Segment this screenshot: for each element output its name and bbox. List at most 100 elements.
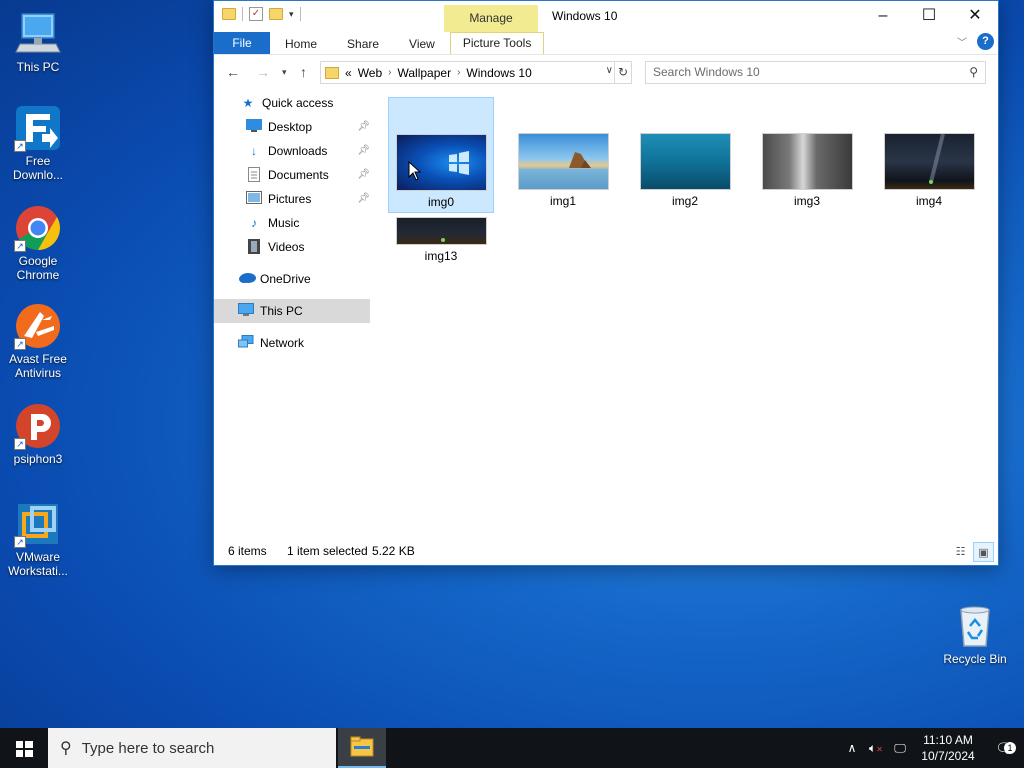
- nav-item-onedrive[interactable]: OneDrive: [214, 267, 374, 291]
- this-pc-icon: [14, 10, 62, 58]
- nav-item-pictures[interactable]: Pictures 📌︎: [214, 187, 374, 211]
- file-tile-img1[interactable]: img1: [510, 97, 616, 213]
- document-icon: [246, 167, 262, 183]
- qat-divider: [242, 7, 243, 21]
- status-size: 5.22 KB: [372, 544, 415, 558]
- breadcrumb-web[interactable]: Web: [358, 66, 382, 80]
- film-strip-icon: [246, 239, 262, 255]
- desktop-icon-free-download-manager[interactable]: ↗ Free Downlo...: [0, 104, 76, 182]
- clock[interactable]: 11:10 AM 10/7/2024: [912, 732, 984, 764]
- tab-home[interactable]: Home: [270, 32, 332, 54]
- desktop-icon-label: VMware Workstati...: [8, 550, 68, 578]
- forward-arrow-icon[interactable]: →: [256, 64, 270, 80]
- tab-file[interactable]: File: [214, 32, 270, 54]
- show-hidden-icons-chevron-icon[interactable]: ∧: [840, 741, 864, 755]
- file-explorer-window: ✓ ▾ Manage Windows 10 – ☐ ✕ File Home Sh…: [213, 0, 999, 566]
- nav-item-this-pc[interactable]: This PC: [214, 299, 370, 323]
- file-name: img4: [915, 194, 942, 208]
- pin-icon[interactable]: 📌︎: [357, 115, 370, 139]
- chrome-icon: ↗: [14, 204, 62, 252]
- taskbar-search-box[interactable]: ⚲ Type here to search: [48, 728, 336, 768]
- start-button[interactable]: [0, 728, 48, 768]
- thumbnail-night-sky: [883, 133, 975, 190]
- pin-icon[interactable]: 📌︎: [357, 187, 370, 211]
- nav-item-label: Quick access: [262, 96, 334, 110]
- nav-item-label: Downloads: [268, 144, 328, 158]
- tab-manage[interactable]: Manage: [444, 5, 538, 32]
- minimize-button[interactable]: –: [860, 1, 906, 32]
- new-folder-icon[interactable]: [269, 8, 283, 20]
- file-name: img3: [793, 194, 820, 208]
- pin-icon[interactable]: 📌︎: [357, 139, 370, 163]
- search-input[interactable]: Search Windows 10 ⚲: [645, 61, 986, 84]
- action-center-button[interactable]: 🗨︎ 1: [984, 740, 1024, 757]
- recent-locations-chevron-icon[interactable]: ▾: [282, 67, 287, 78]
- nav-item-documents[interactable]: Documents 📌︎: [214, 163, 374, 187]
- vmware-icon: ↗: [14, 500, 62, 548]
- taskbar-search-placeholder: Type here to search: [81, 739, 215, 757]
- tab-view[interactable]: View: [394, 32, 450, 54]
- title-bar[interactable]: ✓ ▾ Manage Windows 10 – ☐ ✕: [214, 1, 998, 32]
- nav-item-label: Pictures: [268, 192, 312, 206]
- view-toggle: ☷ ▣: [950, 542, 994, 562]
- shortcut-arrow-icon: ↗: [14, 536, 26, 548]
- address-bar[interactable]: « Web › Wallpaper › Windows 10 ∨ ↻: [320, 61, 632, 84]
- volume-muted-icon[interactable]: 🔈︎✕: [864, 741, 888, 756]
- navigation-pane: ★ Quick access Desktop 📌︎ ↓ Downloads 📌︎…: [214, 91, 374, 531]
- nav-item-label: Documents: [268, 168, 329, 182]
- nav-item-downloads[interactable]: ↓ Downloads 📌︎: [214, 139, 374, 163]
- desktop-icon-label: psiphon3: [13, 452, 63, 466]
- large-icons-view-icon[interactable]: ▣: [973, 542, 994, 562]
- search-icon[interactable]: ⚲: [969, 62, 978, 83]
- file-tile-img4[interactable]: img4: [876, 97, 982, 213]
- breadcrumb-windows-10[interactable]: Windows 10: [466, 66, 531, 80]
- psiphon-icon: ↗: [14, 402, 62, 450]
- breadcrumb-separator-icon[interactable]: ›: [388, 67, 391, 78]
- network-status-icon[interactable]: 🖵︎: [888, 741, 912, 756]
- nav-item-desktop[interactable]: Desktop 📌︎: [214, 115, 374, 139]
- pictures-icon: [246, 191, 262, 207]
- desktop-icon-psiphon3[interactable]: ↗ psiphon3: [0, 402, 76, 466]
- desktop-icon-avast[interactable]: ↗ Avast Free Antivirus: [0, 302, 76, 380]
- customize-qat-chevron-icon[interactable]: ▾: [289, 9, 294, 20]
- desktop-icon-google-chrome[interactable]: ↗ Google Chrome: [0, 204, 76, 282]
- desktop-icon-this-pc[interactable]: This PC: [0, 10, 76, 74]
- breadcrumb-wallpaper[interactable]: Wallpaper: [398, 66, 452, 80]
- nav-item-label: Music: [268, 216, 300, 230]
- tab-picture-tools[interactable]: Picture Tools: [449, 32, 545, 54]
- desktop-icon-recycle-bin[interactable]: Recycle Bin: [937, 602, 1013, 666]
- breadcrumb-overflow[interactable]: «: [345, 66, 352, 80]
- folder-icon[interactable]: [222, 8, 236, 20]
- nav-item-videos[interactable]: Videos: [214, 235, 374, 259]
- desktop-icon-label: Recycle Bin: [943, 652, 1007, 666]
- address-history-chevron-icon[interactable]: ∨: [606, 65, 613, 76]
- nav-item-network[interactable]: Network: [214, 331, 374, 355]
- details-view-icon[interactable]: ☷: [950, 542, 971, 562]
- folder-icon: [325, 66, 339, 79]
- expand-ribbon-chevron-icon[interactable]: ﹀: [957, 34, 967, 49]
- nav-item-quick-access[interactable]: ★ Quick access: [214, 91, 374, 115]
- help-icon[interactable]: ?: [977, 33, 994, 50]
- ribbon-controls: ﹀ ?: [957, 33, 994, 50]
- avast-icon: ↗: [14, 302, 62, 350]
- breadcrumb-separator-icon[interactable]: ›: [457, 67, 460, 78]
- pin-icon[interactable]: 📌︎: [357, 163, 370, 187]
- properties-icon[interactable]: ✓: [249, 7, 263, 21]
- monitor-icon: [238, 303, 254, 319]
- tab-share[interactable]: Share: [332, 32, 394, 54]
- maximize-button[interactable]: ☐: [906, 1, 952, 32]
- close-button[interactable]: ✕: [952, 1, 998, 32]
- status-item-count: 6 items: [228, 544, 267, 558]
- nav-item-label: Videos: [268, 240, 305, 254]
- refresh-icon[interactable]: ↻: [614, 62, 631, 83]
- file-tile-img13[interactable]: img13: [388, 185, 494, 275]
- desktop-icon-vmware[interactable]: ↗ VMware Workstati...: [0, 500, 76, 578]
- file-tile-img2[interactable]: img2: [632, 97, 738, 213]
- recycle-bin-icon: [951, 602, 999, 650]
- nav-item-music[interactable]: ♪ Music: [214, 211, 374, 235]
- file-tile-img3[interactable]: img3: [754, 97, 860, 213]
- up-arrow-icon[interactable]: ↑: [300, 64, 307, 80]
- taskbar-file-explorer-button[interactable]: [338, 728, 386, 768]
- back-arrow-icon[interactable]: ←: [226, 64, 240, 80]
